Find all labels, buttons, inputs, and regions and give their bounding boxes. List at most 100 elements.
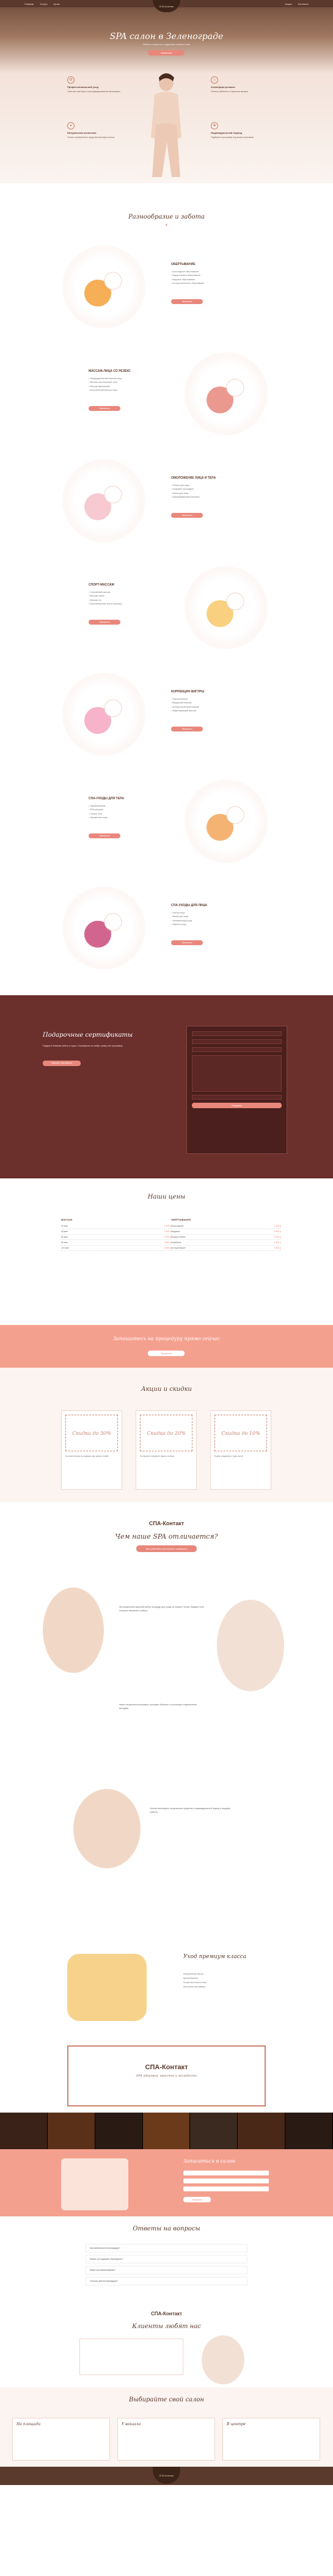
flower-icon	[84, 485, 122, 520]
discount-card[interactable]: Скидка до 10% В день рождения и 3 дня по…	[210, 1410, 271, 1490]
about-paragraph: Мы предлагаем широкий выбор процедур для…	[119, 1606, 205, 1612]
price-label: Шоколадное	[171, 1225, 184, 1227]
price-label: 90 мин	[61, 1241, 68, 1244]
gift-order-button[interactable]: Заказать сертификат	[43, 1060, 81, 1066]
price-label: Медовое	[171, 1230, 180, 1233]
service-book-button[interactable]: Записаться	[171, 940, 203, 945]
certificate-section: СПА-Контакт SPA здоровья, красоты и моло…	[0, 2039, 333, 2113]
care-title: Уход премиум класса	[183, 1954, 247, 1960]
price-col-left: МАССАЖ 30 мин 1 000 р 45 мин 1 500 р 60 мин 2…	[61, 1218, 171, 1251]
faq-item[interactable]: Сколько длится процедура?	[86, 2277, 247, 2285]
nav-item[interactable]: Цены	[54, 2, 60, 5]
hero-book-button[interactable]: Записаться	[148, 50, 185, 56]
certificate-subtitle: SPA здоровья, красоты и молодости	[136, 2074, 197, 2078]
service-image	[67, 678, 141, 751]
service-item: КОРРЕКЦИЯ ФИГУРЫ ПрессотерапияВакуумный м…	[0, 666, 333, 769]
service-list-item: Восстановление после нагрузок	[89, 602, 122, 606]
phone-input[interactable]	[183, 2179, 269, 2183]
service-image	[67, 891, 141, 965]
service-name: КОРРЕКЦИЯ ФИГУРЫ	[171, 690, 205, 694]
faq-item[interactable]: Можно ли подарить сертификат?	[86, 2255, 247, 2263]
price-row: 45 мин 1 500 р	[61, 1229, 171, 1235]
site-logo[interactable]: СПА-Контакт	[153, 0, 180, 12]
nav-item[interactable]: Контакты	[298, 2, 309, 5]
phone-field[interactable]	[192, 1039, 282, 1044]
gallery-photo[interactable]	[285, 2113, 333, 2149]
gallery-photo[interactable]	[47, 2113, 95, 2149]
hero-title: SPA салон в Зеленограде	[109, 32, 224, 42]
gift-form: Отправить	[186, 1026, 287, 1154]
faq-section: Ответы на вопросы Как записаться на проц…	[0, 2216, 333, 2302]
gallery-photo[interactable]	[95, 2113, 143, 2149]
service-book-button[interactable]: Записаться	[89, 406, 120, 411]
about-paragraph: Уютная атмосфера, натуральные средства и…	[150, 1807, 230, 1813]
service-book-button[interactable]: Записаться	[89, 833, 120, 838]
footer-logo[interactable]: СПА-Контакт	[153, 2467, 180, 2484]
nav-item[interactable]: Главная	[24, 2, 34, 5]
message-field[interactable]	[192, 1055, 282, 1092]
care-item: Авторские программы	[183, 1986, 206, 1988]
salon-card[interactable]: На площади	[12, 2418, 110, 2461]
feature-item: ❀ Индивидуальный подход Подберем програм…	[211, 122, 266, 139]
services-title: Разнообразие и забота	[128, 214, 205, 220]
price-value: 2 200 р	[274, 1236, 281, 1238]
band-text: Запишитесь на процедуру прямо сейчас	[113, 1336, 220, 1341]
service-select[interactable]	[183, 2186, 269, 2191]
service-book-button[interactable]: Записаться	[171, 299, 203, 304]
hero-subtitle: Забота о красоте и здоровье вашего тела	[142, 43, 191, 46]
email-field[interactable]	[192, 1047, 282, 1052]
service-list-item: Массаж воротниковой зоны	[89, 380, 122, 384]
price-row: Медовое 1 800 р	[171, 1229, 281, 1235]
service-name: СПА-УХОДЫ ДЛЯ ЛИЦА	[171, 904, 207, 907]
service-item: МАССАЖ-ЛИЦА СО РЕЗЕКС Лимфодренажный масс…	[0, 345, 333, 449]
service-list-item: Водорослевое обертывание	[171, 274, 204, 277]
certificate-card: СПА-Контакт SPA здоровья, красоты и моло…	[67, 2045, 266, 2106]
gift-submit-button[interactable]: Отправить	[192, 1103, 282, 1108]
discount-card[interactable]: Скидка до 20% На первое посещение нашего…	[136, 1410, 197, 1490]
promo-band: Запишитесь на процедуру прямо сейчас Зап…	[0, 1325, 333, 1368]
stones-icon: ●	[67, 122, 75, 129]
service-book-button[interactable]: Записаться	[171, 513, 203, 518]
salon-card[interactable]: У вокзала	[117, 2418, 215, 2461]
price-head: МАССАЖ	[61, 1218, 73, 1221]
salon-name: На площади	[16, 2422, 41, 2426]
faq-item[interactable]: Как записаться на процедуру?	[86, 2244, 247, 2252]
hero-section: Главная Услуги Цены Акции Контакты СПА-К…	[0, 0, 333, 183]
name-field[interactable]	[192, 1031, 282, 1036]
gallery-photo[interactable]	[238, 2113, 286, 2149]
ornament-icon: ❦	[165, 223, 168, 227]
flower-icon	[84, 699, 122, 734]
discount-card[interactable]: Скидка до 30% На комплексные программы п…	[61, 1410, 122, 1490]
service-list-item: Антицеллюлитный массаж	[171, 705, 199, 709]
price-label: 30 мин	[61, 1225, 68, 1227]
service-item: ОБЕРТЫВАНИЕ Шоколадное обертываниеВодорос…	[0, 238, 333, 342]
service-book-button[interactable]: Записаться	[171, 727, 203, 731]
gallery-photo[interactable]	[0, 2113, 48, 2149]
salon-card[interactable]: В центре	[222, 2418, 320, 2461]
review-card	[79, 2338, 183, 2375]
discounts-title: Акции и скидки	[141, 1386, 192, 1393]
reviewer-photo	[202, 2335, 244, 2384]
nav-item[interactable]: Акции	[285, 2, 292, 5]
discounts-section: Акции и скидки Скидка до 30% На комплекс…	[0, 1368, 333, 1502]
service-book-button[interactable]: Записаться	[89, 620, 120, 625]
band-button[interactable]: Записаться	[148, 1351, 185, 1356]
name-input[interactable]	[183, 2171, 269, 2175]
booking-submit-button[interactable]: Отправить	[183, 2197, 211, 2202]
gallery-photo[interactable]	[142, 2113, 191, 2149]
gallery-photo[interactable]	[190, 2113, 238, 2149]
service-name: ОМОЛОЖЕНИЕ ЛИЦА И ТЕЛА	[171, 476, 216, 480]
prices-section: Наши цены МАССАЖ 30 мин 1 000 р 45 мин 1 50…	[0, 1178, 333, 1325]
flower-icon	[207, 592, 244, 627]
faq-item[interactable]: Какие противопоказания?	[86, 2266, 247, 2274]
service-image	[189, 357, 263, 430]
nav-item[interactable]: Услуги	[40, 2, 47, 5]
amount-field[interactable]	[192, 1095, 282, 1100]
price-value: 2 000 р	[164, 1236, 171, 1238]
about-logo: СПА-Контакт	[148, 1520, 185, 1526]
about-question: Чем наше SPA отличается?	[115, 1533, 218, 1540]
discount-text: На комплексные программы при записи онла…	[65, 1455, 109, 1457]
salon-name: В центре	[227, 2422, 246, 2426]
price-row: 60 мин 2 000 р	[61, 1235, 171, 1240]
price-label: Кофейное	[171, 1241, 181, 1244]
